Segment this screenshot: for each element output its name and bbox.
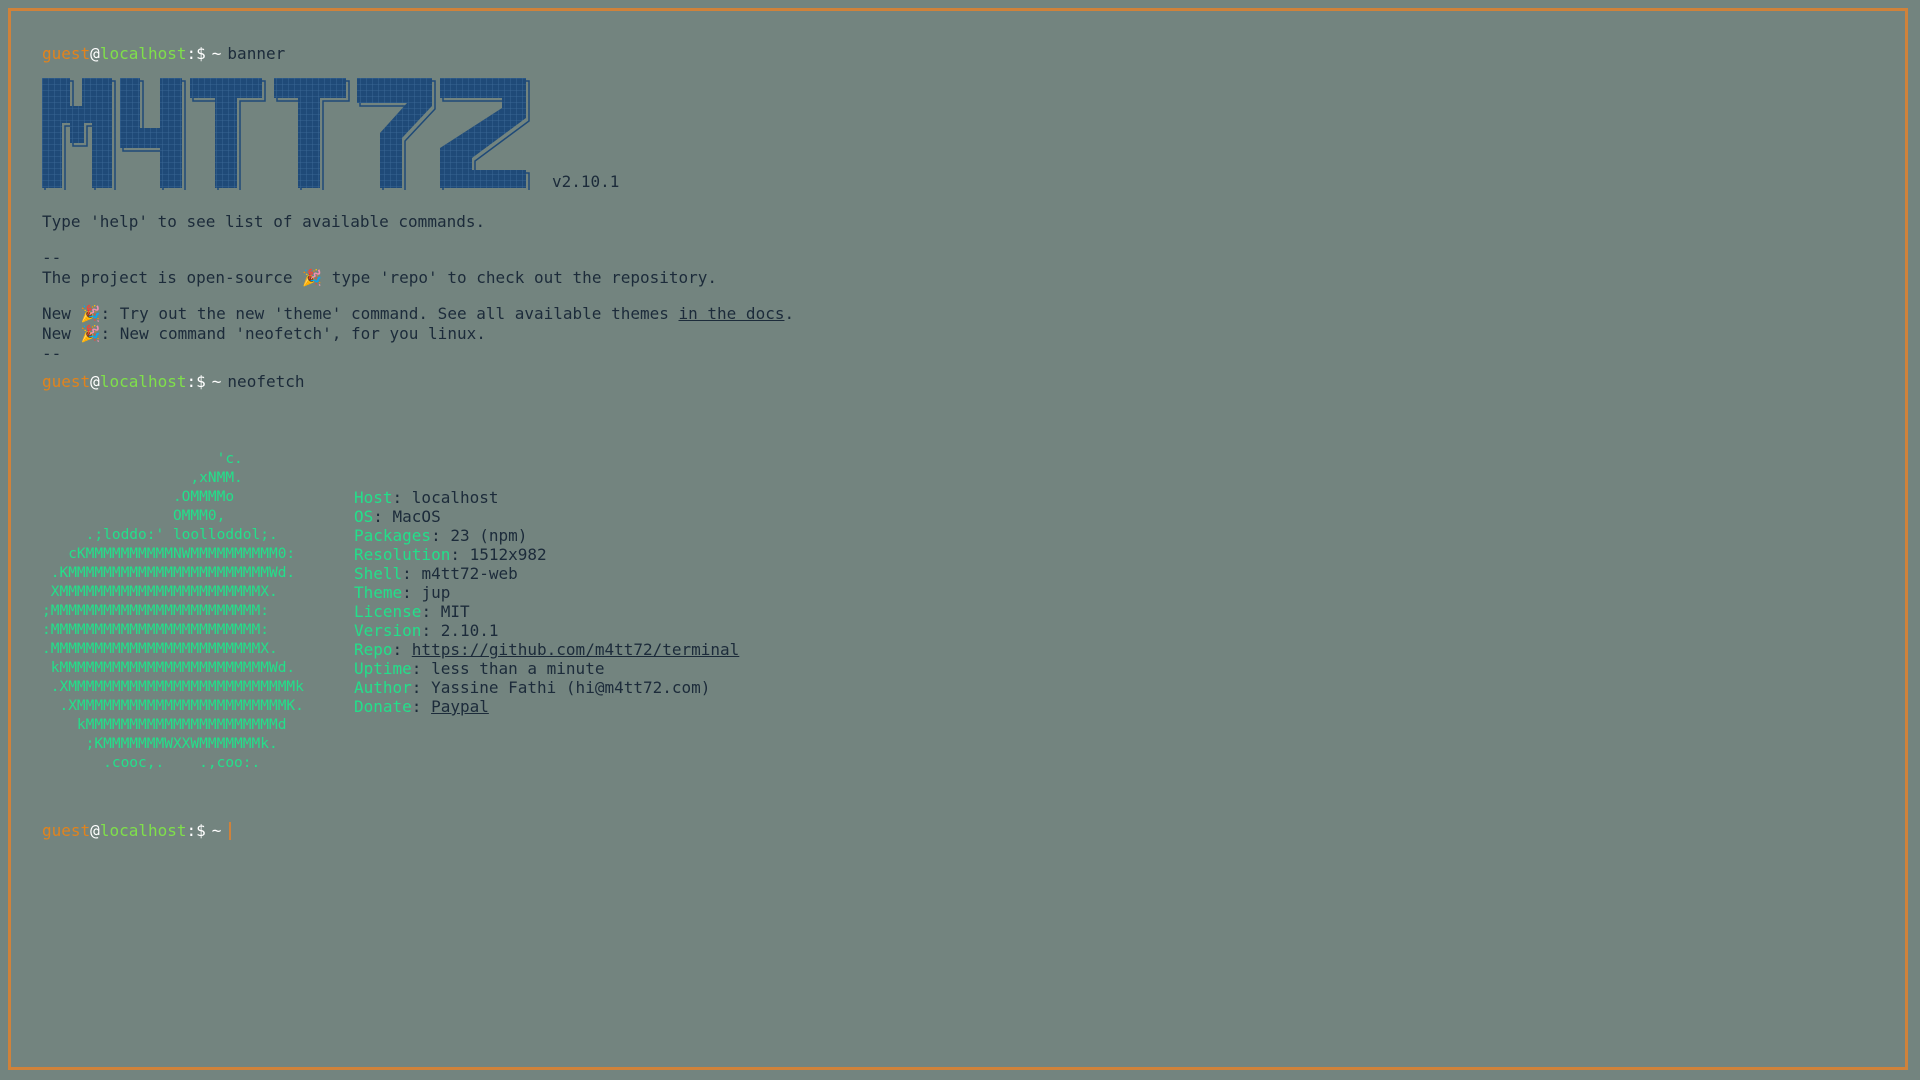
info-value: MIT bbox=[440, 602, 470, 621]
opensource-text-pre: The project is open-source bbox=[42, 268, 303, 287]
banner: v2.10.1 bbox=[42, 78, 1882, 191]
divider-top: -- bbox=[42, 248, 62, 267]
info-row-packages: Packages: 23 (npm) bbox=[354, 526, 528, 545]
ascii-logo-line: .KMMMMMMMMMMMMMMMMMMMMMMMWd. bbox=[42, 565, 296, 581]
ascii-logo-line: cKMMMMMMMMMMNWMMMMMMMMMM0: bbox=[42, 546, 296, 562]
info-row-os: OS: MacOS bbox=[354, 507, 441, 526]
prompt-tilde: ~ bbox=[211, 372, 222, 391]
ascii-logo-line: ,xNMM. bbox=[42, 470, 243, 486]
prompt-user: guest bbox=[42, 821, 91, 840]
prompt-line-banner: guest @ localhost:$ ~ banner bbox=[42, 42, 1882, 66]
news-item-theme: New 🎉: Try out the new 'theme' command. … bbox=[42, 304, 1882, 324]
info-row-shell: Shell: m4tt72-web bbox=[354, 564, 518, 583]
info-row-theme: Theme: jup bbox=[354, 583, 451, 602]
info-row-uptime: Uptime: less than a minute bbox=[354, 659, 605, 678]
neofetch-output: 'c. ,xNMM. .OMMMMo OMMM0, .;loddo:' lool… bbox=[42, 450, 1882, 773]
ascii-logo-line: kMMMMMMMMMMMMMMMMMMMMMMMMWd. bbox=[42, 660, 296, 676]
info-row-version: Version: 2.10.1 bbox=[354, 621, 499, 640]
help-message: Type 'help' to see list of available com… bbox=[42, 212, 486, 231]
info-key: Repo bbox=[354, 640, 393, 659]
terminal-output: guest @ localhost:$ ~ banner v2.10.1 Ty… bbox=[42, 42, 1882, 843]
ascii-logo-line: .XMMMMMMMMMMMMMMMMMMMMMMMMK. bbox=[42, 698, 304, 714]
prompt-user: guest bbox=[42, 372, 91, 391]
info-key: Uptime bbox=[354, 659, 412, 678]
info-key: Packages bbox=[354, 526, 432, 545]
opensource-message: The project is open-source 🎉 type 'repo'… bbox=[42, 268, 1882, 288]
ascii-logo-line: ;MMMMMMMMMMMMMMMMMMMMMMMM: bbox=[42, 603, 269, 619]
news-theme-text-end: . bbox=[784, 304, 795, 323]
ascii-logo-line: 'c. bbox=[42, 451, 243, 467]
party-popper-icon: 🎉 bbox=[80, 324, 101, 343]
info-row-repo: Repo: https://github.com/m4tt72/terminal bbox=[354, 640, 740, 659]
info-key: Shell bbox=[354, 564, 403, 583]
info-key: Resolution bbox=[354, 545, 451, 564]
prompt-host: localhost bbox=[99, 44, 187, 63]
prompt-at: @ bbox=[90, 372, 100, 391]
info-row-license: License: MIT bbox=[354, 602, 470, 621]
prompt-tilde: ~ bbox=[211, 44, 222, 63]
prompt-line-active: guest @ localhost:$ ~ bbox=[42, 819, 1882, 843]
info-row-author: Author: Yassine Fathi (hi@m4tt72.com) bbox=[354, 678, 711, 697]
info-value: 2.10.1 bbox=[440, 621, 499, 640]
info-value: m4tt72-web bbox=[421, 564, 518, 583]
ascii-logo-line: .;loddo:' loolloddol;. bbox=[42, 527, 278, 543]
prompt-host: localhost bbox=[99, 821, 187, 840]
ascii-logo-line: XMMMMMMMMMMMMMMMMMMMMMMMX. bbox=[42, 584, 278, 600]
command-text: neofetch bbox=[227, 372, 305, 391]
info-key: Host bbox=[354, 488, 393, 507]
info-value: MacOS bbox=[392, 507, 441, 526]
prompt-separator: :$ bbox=[186, 821, 206, 840]
prompt-tilde: ~ bbox=[211, 821, 222, 840]
info-key: Donate bbox=[354, 697, 412, 716]
info-value: Yassine Fathi (hi@m4tt72.com) bbox=[431, 678, 711, 697]
info-key: Theme bbox=[354, 583, 403, 602]
news-theme-text: : Try out the new 'theme' command. See a… bbox=[100, 304, 679, 323]
banner-version: v2.10.1 bbox=[552, 172, 620, 191]
info-link[interactable]: https://github.com/m4tt72/terminal bbox=[412, 640, 740, 659]
welcome-messages: Type 'help' to see list of available com… bbox=[42, 212, 1882, 364]
ascii-logo-line: OMMM0, bbox=[42, 508, 226, 524]
info-value: localhost bbox=[411, 488, 499, 507]
ascii-logo-line: .cooc,. .,coo:. bbox=[42, 755, 261, 771]
command-input-cursor[interactable] bbox=[229, 822, 232, 840]
ascii-logo-line: :MMMMMMMMMMMMMMMMMMMMMMMM: bbox=[42, 622, 269, 638]
info-row-host: Host: localhost bbox=[354, 488, 499, 507]
docs-link[interactable]: in the docs bbox=[679, 304, 785, 323]
info-value: 23 (npm) bbox=[450, 526, 528, 545]
prompt-line-neofetch: guest @ localhost:$ ~ neofetch bbox=[42, 370, 1882, 394]
ascii-logo-line: kMMMMMMMMMMMMMMMMMMMMMMd bbox=[42, 717, 287, 733]
ascii-logo-line: ;KMMMMMMMWXXWMMMMMMMk. bbox=[42, 736, 278, 752]
party-popper-icon: 🎉 bbox=[80, 304, 101, 323]
opensource-text-post: type 'repo' to check out the repository. bbox=[322, 268, 718, 287]
ascii-logo-line: .XMMMMMMMMMMMMMMMMMMMMMMMMMMk bbox=[42, 679, 304, 695]
news-label: New bbox=[42, 304, 81, 323]
info-link[interactable]: Paypal bbox=[431, 697, 489, 716]
news-item-neofetch: New 🎉: New command 'neofetch', for you l… bbox=[42, 324, 1882, 344]
ascii-logo-line: .MMMMMMMMMMMMMMMMMMMMMMMMX. bbox=[42, 641, 278, 657]
news-neofetch-text: : New command 'neofetch', for you linux. bbox=[100, 324, 486, 343]
info-value: jup bbox=[421, 583, 451, 602]
news-label: New bbox=[42, 324, 81, 343]
info-key: Author bbox=[354, 678, 412, 697]
prompt-at: @ bbox=[90, 821, 100, 840]
command-text: banner bbox=[227, 44, 286, 63]
info-key: Version bbox=[354, 621, 422, 640]
prompt-separator: :$ bbox=[186, 44, 206, 63]
party-popper-icon: 🎉 bbox=[302, 268, 323, 287]
system-info: Host: localhost OS: MacOS Packages: 23 (np… bbox=[354, 488, 739, 773]
info-value: less than a minute bbox=[431, 659, 605, 678]
info-row-resolution: Resolution: 1512x982 bbox=[354, 545, 547, 564]
ascii-logo-line: .OMMMMo bbox=[42, 489, 235, 505]
prompt-host: localhost bbox=[99, 372, 187, 391]
apple-ascii-logo: 'c. ,xNMM. .OMMMMo OMMM0, .;loddo:' lool… bbox=[42, 450, 354, 773]
info-key: License bbox=[354, 602, 422, 621]
info-value: 1512x982 bbox=[469, 545, 547, 564]
prompt-separator: :$ bbox=[186, 372, 206, 391]
info-key: OS bbox=[354, 507, 374, 526]
divider-bottom: -- bbox=[42, 344, 62, 363]
prompt-user: guest bbox=[42, 44, 91, 63]
prompt-at: @ bbox=[90, 44, 100, 63]
m4tt72-logo bbox=[42, 78, 530, 190]
info-row-donate: Donate: Paypal bbox=[354, 697, 489, 716]
